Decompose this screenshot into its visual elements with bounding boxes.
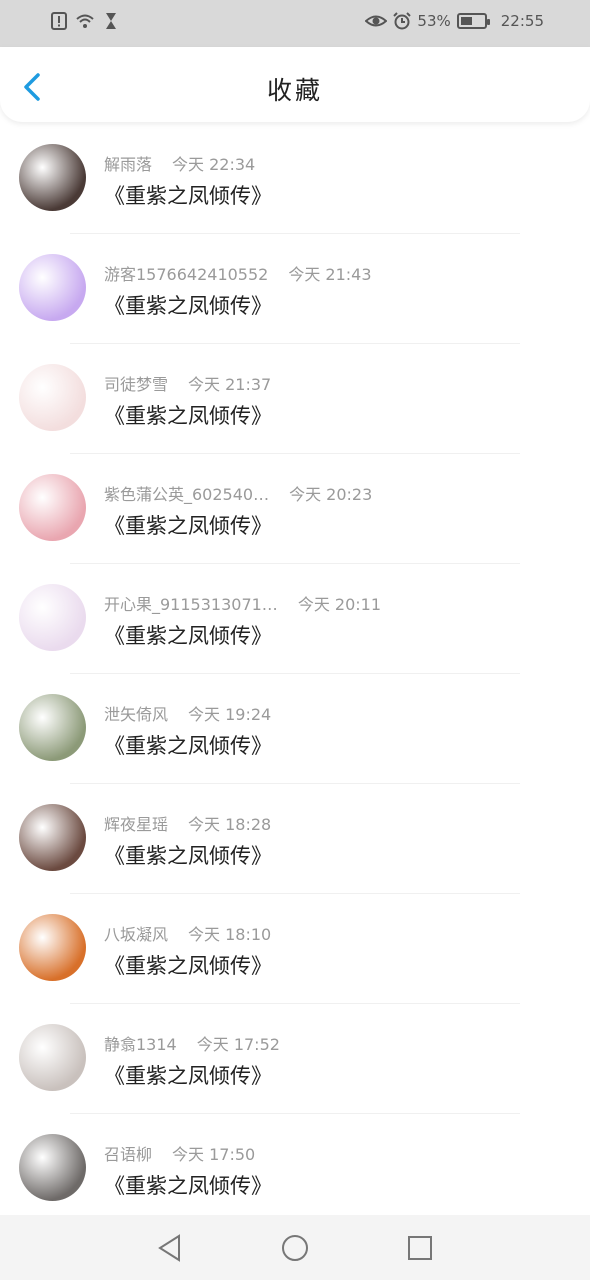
item-meta: 辉夜星瑶 今天 18:28 [104, 811, 271, 835]
username: 开心果_9115313071… [104, 595, 278, 614]
list-item[interactable]: 游客1576642410552 今天 21:43 《重紫之凤倾传》 [0, 234, 590, 344]
status-time: 22:55 [500, 12, 544, 30]
username: 解雨落 [104, 155, 153, 174]
status-left-icons [50, 12, 120, 30]
list-item[interactable]: 八坂凝风 今天 18:10 《重紫之凤倾传》 [0, 894, 590, 1004]
username: 司徒梦雪 [104, 375, 169, 394]
timestamp: 今天 20:23 [289, 485, 373, 504]
timestamp: 今天 17:50 [172, 1145, 256, 1164]
system-nav-bar [0, 1215, 590, 1280]
book-title[interactable]: 《重紫之凤倾传》 [104, 510, 272, 540]
item-meta: 紫色蒲公英_602540… 今天 20:23 [104, 481, 372, 505]
avatar[interactable] [19, 1134, 86, 1201]
username: 泄矢倚风 [104, 705, 169, 724]
avatar[interactable] [19, 914, 86, 981]
item-meta: 解雨落 今天 22:34 [104, 151, 255, 175]
timestamp: 今天 22:34 [172, 155, 256, 174]
timestamp: 今天 21:43 [288, 265, 372, 284]
list-item[interactable]: 司徒梦雪 今天 21:37 《重紫之凤倾传》 [0, 344, 590, 454]
avatar[interactable] [19, 804, 86, 871]
avatar[interactable] [19, 364, 86, 431]
book-title[interactable]: 《重紫之凤倾传》 [104, 840, 272, 870]
eye-icon [365, 15, 388, 27]
book-title[interactable]: 《重紫之凤倾传》 [104, 180, 272, 210]
list-item[interactable]: 开心果_9115313071… 今天 20:11 《重紫之凤倾传》 [0, 564, 590, 674]
timestamp: 今天 19:24 [188, 705, 272, 724]
hourglass-icon [106, 13, 116, 29]
book-title[interactable]: 《重紫之凤倾传》 [104, 620, 272, 650]
page-title: 收藏 [266, 76, 323, 105]
wifi-icon [76, 14, 94, 28]
username: 紫色蒲公英_602540… [104, 485, 270, 504]
list-item[interactable]: 辉夜星瑶 今天 18:28 《重紫之凤倾传》 [0, 784, 590, 894]
username: 辉夜星瑶 [104, 815, 169, 834]
book-title[interactable]: 《重紫之凤倾传》 [104, 950, 272, 980]
status-bar: 53% 22:55 [0, 0, 590, 47]
recent-square-icon[interactable] [405, 1233, 435, 1263]
avatar[interactable] [19, 144, 86, 211]
item-meta: 静翕1314 今天 17:52 [104, 1031, 280, 1055]
avatar[interactable] [19, 584, 86, 651]
item-meta: 游客1576642410552 今天 21:43 [104, 261, 372, 285]
battery-icon [456, 13, 490, 29]
username: 游客1576642410552 [104, 265, 269, 284]
list-item[interactable]: 静翕1314 今天 17:52 《重紫之凤倾传》 [0, 1004, 590, 1114]
battery-percent: 53% [417, 12, 451, 30]
list-item[interactable]: 泄矢倚风 今天 19:24 《重紫之凤倾传》 [0, 674, 590, 784]
avatar[interactable] [19, 254, 86, 321]
avatar[interactable] [19, 474, 86, 541]
username: 八坂凝风 [104, 925, 169, 944]
back-triangle-icon[interactable] [155, 1233, 185, 1263]
favorites-list: 解雨落 今天 22:34 《重紫之凤倾传》 游客1576642410552 今天 21:… [0, 124, 590, 1224]
timestamp: 今天 21:37 [188, 375, 272, 394]
item-meta: 八坂凝风 今天 18:10 [104, 921, 271, 945]
home-circle-icon[interactable] [280, 1233, 310, 1263]
item-meta: 召语柳 今天 17:50 [104, 1141, 255, 1165]
item-meta: 开心果_9115313071… 今天 20:11 [104, 591, 381, 615]
app-header: 收藏 [0, 47, 590, 122]
alert-icon [51, 12, 67, 30]
username: 召语柳 [104, 1145, 153, 1164]
status-right-icons: 53% 22:55 [365, 12, 544, 30]
username: 静翕1314 [104, 1035, 177, 1054]
timestamp: 今天 17:52 [196, 1035, 280, 1054]
list-item[interactable]: 紫色蒲公英_602540… 今天 20:23 《重紫之凤倾传》 [0, 454, 590, 564]
book-title[interactable]: 《重紫之凤倾传》 [104, 400, 272, 430]
timestamp: 今天 20:11 [297, 595, 382, 614]
timestamp: 今天 18:10 [188, 925, 272, 944]
list-item[interactable]: 召语柳 今天 17:50 《重紫之凤倾传》 [0, 1114, 590, 1224]
battery-fill [460, 17, 473, 25]
timestamp: 今天 18:28 [188, 815, 272, 834]
book-title[interactable]: 《重紫之凤倾传》 [104, 1060, 272, 1090]
book-title[interactable]: 《重紫之凤倾传》 [104, 730, 272, 760]
book-title[interactable]: 《重紫之凤倾传》 [104, 290, 272, 320]
item-meta: 泄矢倚风 今天 19:24 [104, 701, 271, 725]
alarm-icon [393, 12, 412, 30]
avatar[interactable] [19, 1024, 86, 1091]
avatar[interactable] [19, 694, 86, 761]
list-item[interactable]: 解雨落 今天 22:34 《重紫之凤倾传》 [0, 124, 590, 234]
item-meta: 司徒梦雪 今天 21:37 [104, 371, 271, 395]
book-title[interactable]: 《重紫之凤倾传》 [104, 1170, 272, 1200]
